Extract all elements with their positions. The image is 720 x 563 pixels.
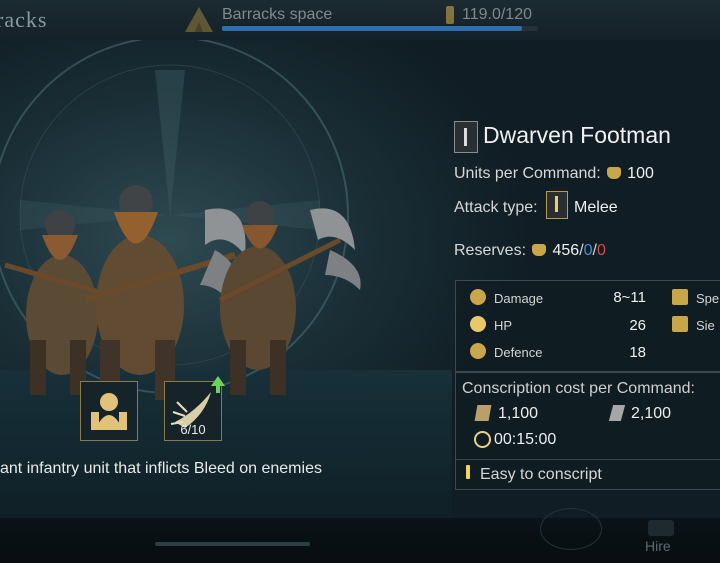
capacity-count: 119.0/120	[462, 6, 532, 23]
attack-type-row: Attack type: Melee	[454, 191, 618, 219]
reserves-value: 456	[552, 242, 580, 259]
hire-slot	[540, 508, 602, 550]
divider	[456, 459, 720, 460]
barracks-space-bar	[222, 26, 538, 31]
bottom-bar: Hire	[0, 508, 720, 563]
ability-dwarf-portrait[interactable]	[80, 381, 138, 441]
conscription-box: Conscription cost per Command: 1,100 2,1…	[455, 372, 720, 490]
helmet-icon	[607, 167, 622, 179]
defence-shield-icon	[470, 343, 486, 359]
barracks-space-fill	[222, 26, 523, 31]
barracks-space-label: Barracks space	[222, 6, 333, 23]
upgrade-arrow-stem	[216, 385, 220, 393]
hp-heart-icon	[470, 316, 486, 332]
units-per-command-value: 100	[627, 165, 654, 182]
units-per-command-row: Units per Command: 100	[454, 165, 654, 183]
speed-label: Spe	[696, 291, 720, 306]
hire-label[interactable]: Hire	[645, 538, 671, 554]
damage-value: 8~11	[613, 289, 646, 306]
stone-icon	[608, 405, 626, 421]
scroll-handle[interactable]	[155, 542, 310, 546]
ability-count: 6/10	[180, 422, 206, 437]
top-bar: racks Barracks space 119.0/120	[0, 0, 720, 41]
reserves-label: Reserves:	[454, 242, 527, 259]
siege-label: Sie	[696, 318, 715, 333]
defence-value: 18	[629, 344, 646, 361]
attack-type-label: Attack type:	[454, 199, 538, 216]
dwarven-footman-illustration	[0, 40, 361, 400]
reserves-red: 0	[597, 242, 606, 259]
exclamation-icon	[466, 465, 470, 479]
unit-name: Dwarven Footman	[483, 122, 671, 148]
damage-icon	[470, 289, 486, 305]
hp-label: HP	[494, 318, 513, 333]
wood-icon	[474, 405, 492, 421]
ability-bleed[interactable]: 6/10	[164, 381, 222, 441]
hp-value: 26	[629, 317, 646, 334]
page-title: racks	[0, 7, 48, 32]
conscription-note: Easy to conscript	[480, 466, 602, 483]
stats-box: Damage 8~11 HP 26 Defence 18 Spe Sie	[455, 280, 720, 372]
reserves-row: Reserves: 456/0/0	[454, 242, 606, 260]
dwarf-portrait-icon	[91, 393, 127, 430]
conscription-time: 00:15:00	[494, 431, 557, 448]
stone-cost: 2,100	[631, 405, 672, 422]
attack-type-value: Melee	[574, 199, 618, 216]
wood-cost: 1,100	[498, 405, 539, 422]
reserves-blue: 0	[583, 242, 593, 259]
units-per-command-label: Units per Command:	[454, 165, 601, 182]
capacity-icon	[446, 6, 454, 24]
conscription-title: Conscription cost per Command:	[462, 380, 695, 397]
melee-sword-icon	[546, 191, 569, 219]
speed-boot-icon	[672, 289, 688, 305]
barracks-tent-icon	[185, 7, 213, 32]
helmet-icon	[532, 244, 547, 256]
siege-icon	[672, 316, 688, 332]
tier-badge-icon	[454, 121, 478, 153]
clock-icon	[474, 431, 491, 448]
unit-description: ant infantry unit that inflicts Bleed on…	[0, 460, 322, 477]
defence-label: Defence	[494, 345, 543, 360]
damage-label: Damage	[494, 291, 544, 306]
